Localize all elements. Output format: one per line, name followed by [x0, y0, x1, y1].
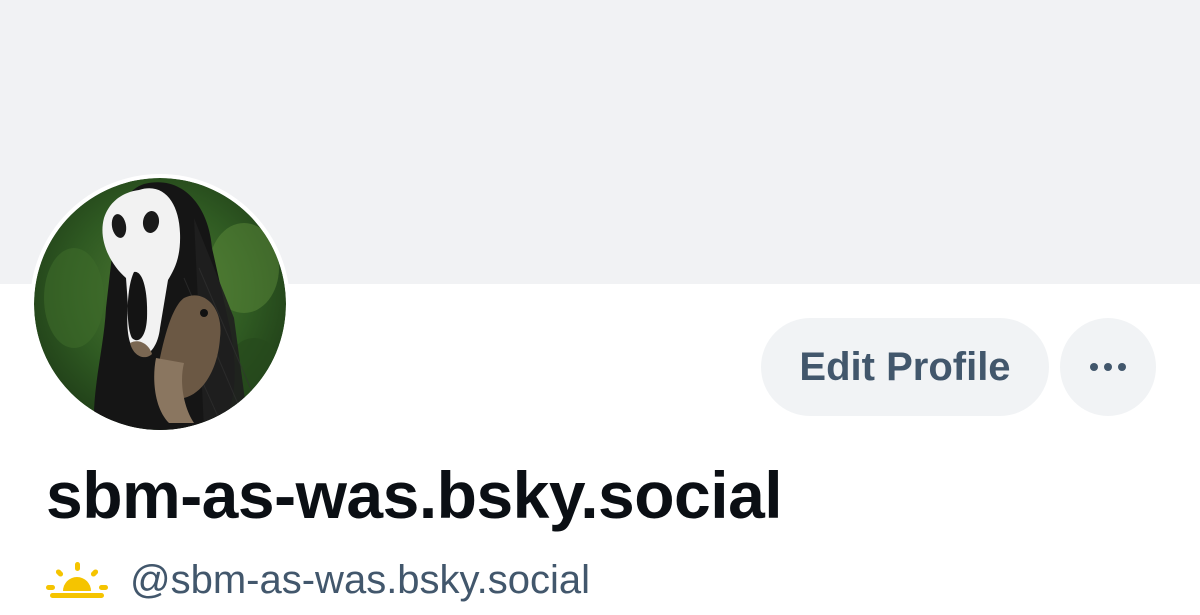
profile-display-name: sbm-as-was.bsky.social [46, 458, 783, 532]
ghostface-mask-avatar-icon [34, 178, 286, 430]
more-options-button[interactable] [1060, 318, 1156, 416]
edit-profile-button[interactable]: Edit Profile [761, 318, 1049, 416]
profile-handle[interactable]: @sbm-as-was.bsky.social [130, 552, 590, 608]
sun-icon [46, 562, 108, 598]
profile-avatar[interactable] [30, 174, 290, 434]
ellipsis-icon [1090, 363, 1126, 371]
profile-handle-row: @sbm-as-was.bsky.social [46, 552, 590, 608]
